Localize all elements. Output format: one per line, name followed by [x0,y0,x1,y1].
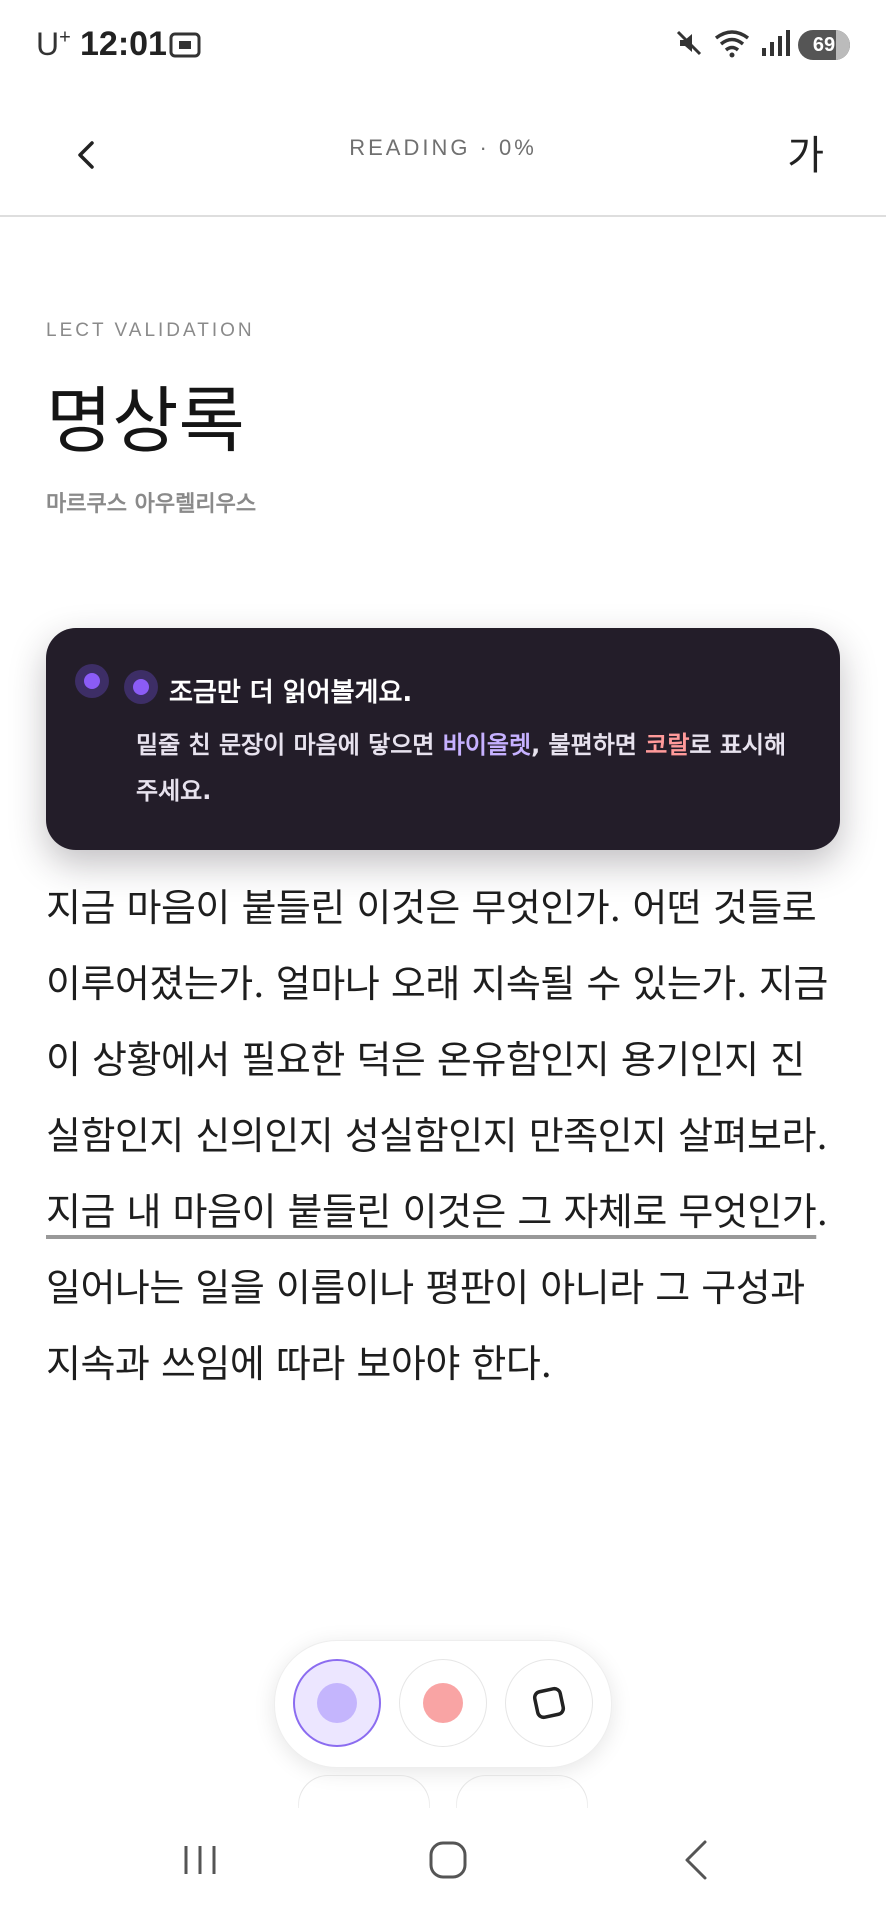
reading-passage: 지금 마음이 붙들린 이것은 무엇인가. 어떤 것들로 이루어졌는가. 얼마나 … [46,870,836,1402]
system-back-button[interactable] [656,1830,736,1890]
signal-icon [760,28,790,62]
recents-icon [184,1846,216,1874]
underlined-sentence[interactable]: 지금 내 마음이 붙들린 이것은 그 자체로 무엇인가 [46,1190,817,1234]
status-bar: U+ 12:01 69 [0,0,886,95]
font-size-button[interactable]: 가 [787,123,824,181]
mute-icon [674,28,704,62]
battery-icon: 69 [798,30,850,60]
coral-highlight-button[interactable] [399,1659,487,1747]
tooltip-body: 밑줄 친 문장이 마음에 닿으면 바이올렛, 불편하면 코랄로 표시해 주세요. [136,731,787,805]
back-icon [685,1840,707,1880]
collection-eyebrow: LECT VALIDATION [46,320,255,341]
screenshot-icon [168,30,202,64]
system-nav-bar [0,1808,886,1920]
coach-tooltip: 조금만 더 읽어볼게요. 밑줄 친 문장이 마음에 닿으면 바이올렛, 불편하면… [46,628,840,850]
carrier-label: U+ [36,26,71,62]
status-icons: 69 [674,28,850,62]
home-icon [429,1841,467,1879]
clear-highlight-button[interactable] [505,1659,593,1747]
violet-dot-icon [75,664,109,698]
violet-keyword: 바이올렛 [442,731,532,759]
square-outline-icon [532,1686,566,1720]
tooltip-title: 조금만 더 읽어볼게요. [169,678,413,708]
home-button[interactable] [408,1830,488,1890]
passage-text: 지금 마음이 붙들린 이것은 무엇인가. 어떤 것들로 이루어졌는가. 얼마나 … [46,886,828,1158]
book-title: 명상록 [46,379,245,463]
highlight-toolbar [274,1640,612,1768]
coral-keyword: 코랄 [645,731,690,759]
wifi-icon [712,28,752,62]
violet-highlight-button[interactable] [293,1659,381,1747]
violet-swatch-icon [317,1683,357,1723]
reader-header: READING · 0% 가 [0,95,886,217]
recents-button[interactable] [160,1830,240,1890]
coral-swatch-icon [423,1683,463,1723]
reading-progress-label: READING · 0% [349,135,537,160]
book-author: 마르쿠스 아우렐리우스 [46,492,257,517]
status-time: 12:01 [80,25,167,63]
violet-dot-icon [124,670,158,704]
